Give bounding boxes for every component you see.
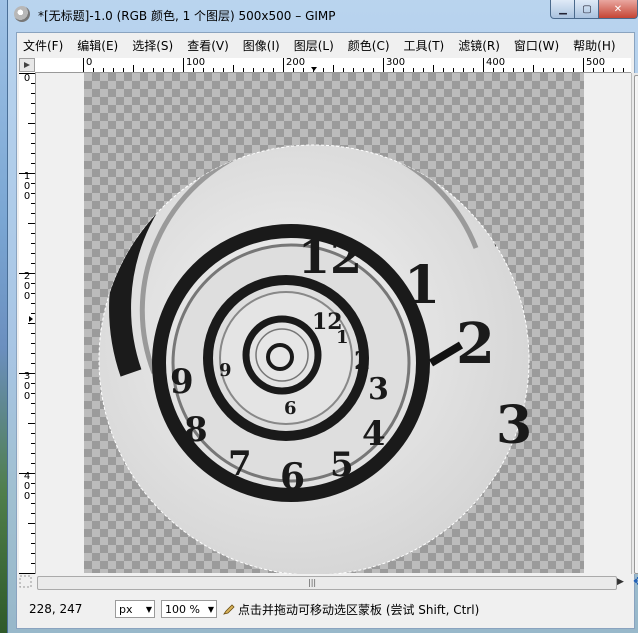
menu-tools[interactable]: 工具(T)	[398, 37, 453, 54]
vertical-scroll-thumb[interactable]	[634, 75, 638, 574]
quick-mask-menu-button[interactable]	[19, 58, 35, 72]
pointer-position-marker	[311, 67, 317, 71]
window-title: *[无标题]-1.0 (RGB 颜色, 1 个图层) 500x500 – GIM…	[38, 9, 336, 23]
unit-value: px	[119, 602, 133, 616]
clock-numeral: 1	[336, 327, 349, 348]
clock-numeral: 2	[354, 346, 371, 375]
zoom-toggle-icon[interactable]	[19, 575, 33, 589]
clock-numeral: 3	[368, 372, 389, 407]
clock-numeral: 5	[330, 445, 354, 485]
clock-numeral: 4	[362, 414, 386, 454]
menu-layer[interactable]: 图层(L)	[288, 37, 342, 54]
menu-edit[interactable]: 编辑(E)	[71, 37, 126, 54]
horizontal-scroll-row: ||| ▶	[19, 575, 631, 591]
menu-view[interactable]: 查看(V)	[181, 37, 237, 54]
clock-numeral: 9	[170, 362, 194, 402]
status-message-text: 点击并拖动可移动选区蒙板 (尝试 Shift, Ctrl)	[238, 602, 480, 617]
clock-numeral: 9	[219, 360, 232, 381]
hruler-label: 100	[186, 58, 206, 68]
menu-windows[interactable]: 窗口(W)	[508, 37, 567, 54]
dropdown-arrow-icon: ▼	[207, 604, 214, 614]
clock-numeral: 7	[228, 444, 252, 484]
vruler-label: 400	[23, 471, 31, 502]
menu-filters[interactable]: 滤镜(R)	[452, 37, 508, 54]
menu-colors[interactable]: 颜色(C)	[342, 37, 398, 54]
zoom-value: 100 %	[165, 602, 200, 616]
pencil-icon	[223, 604, 235, 615]
hruler-label: 500	[586, 58, 606, 68]
vruler-label: 0	[23, 73, 31, 84]
spiral-clock-image: 12 1 2 3 9 8 7 6 5 4 3 2 12 1 9 6	[98, 144, 532, 574]
clock-numeral: 12	[298, 230, 362, 284]
minimize-button[interactable]: ▁	[550, 0, 576, 19]
scroll-right-arrow-icon[interactable]: ▶	[617, 577, 624, 587]
menu-file[interactable]: 文件(F)	[17, 37, 71, 54]
vruler-label: 100	[23, 171, 31, 202]
navigate-icon[interactable]: ✥	[632, 574, 638, 590]
hruler-label: 300	[386, 58, 406, 68]
horizontal-scrollbar[interactable]: |||	[37, 576, 617, 590]
vruler-label: 300	[23, 371, 31, 402]
horizontal-ruler[interactable]: 0 100 200 300 400 500	[35, 58, 631, 73]
vertical-scrollbar[interactable]	[631, 73, 638, 574]
gimp-app-icon[interactable]	[14, 6, 30, 22]
image-window-client: 文件(F) 编辑(E) 选择(S) 查看(V) 图像(I) 图层(L) 颜色(C…	[16, 32, 638, 629]
pointer-coordinates: 228, 247	[29, 602, 83, 616]
maximize-button[interactable]: ▢	[574, 0, 600, 19]
horizontal-ruler-ticks	[83, 58, 624, 72]
hruler-label: 0	[86, 58, 93, 68]
window-controls: ▁ ▢ ✕	[550, 0, 638, 20]
close-button[interactable]: ✕	[598, 0, 638, 19]
clock-numeral: 6	[284, 398, 297, 419]
pointer-position-marker	[29, 316, 33, 322]
dropdown-arrow-icon: ▼	[145, 604, 152, 614]
title-bar[interactable]: *[无标题]-1.0 (RGB 颜色, 1 个图层) 500x500 – GIM…	[8, 0, 638, 30]
unit-selector[interactable]: px ▼	[115, 600, 155, 618]
clock-numeral: 3	[496, 395, 532, 456]
vruler-label: 200	[23, 271, 31, 302]
clock-numeral: 8	[184, 410, 208, 450]
status-message: 点击并拖动可移动选区蒙板 (尝试 Shift, Ctrl)	[223, 601, 479, 618]
vertical-ruler[interactable]: 0 100 200 300 400	[19, 72, 36, 574]
menubar: 文件(F) 编辑(E) 选择(S) 查看(V) 图像(I) 图层(L) 颜色(C…	[17, 33, 634, 57]
hruler-label: 200	[286, 58, 306, 68]
spiral-face-3	[255, 328, 309, 382]
clock-numeral: 2	[456, 311, 495, 377]
clock-numeral: 6	[280, 456, 305, 498]
gimp-image-window: *[无标题]-1.0 (RGB 颜色, 1 个图层) 500x500 – GIM…	[7, 0, 638, 633]
scroll-grip-icon: |||	[308, 578, 317, 587]
status-bar: 228, 247 px ▼ 100 % ▼ 点击并拖动可移动选区蒙板 (尝试 S…	[19, 594, 631, 624]
menu-image[interactable]: 图像(I)	[237, 37, 288, 54]
menu-arrow-icon	[24, 62, 30, 68]
canvas-viewport[interactable]: 12 1 2 3 9 8 7 6 5 4 3 2 12 1 9 6	[36, 73, 631, 574]
hruler-label: 400	[486, 58, 506, 68]
zoom-selector[interactable]: 100 % ▼	[161, 600, 217, 618]
menu-select[interactable]: 选择(S)	[126, 37, 181, 54]
clock-numeral: 1	[404, 255, 440, 316]
menu-help[interactable]: 帮助(H)	[567, 37, 623, 54]
